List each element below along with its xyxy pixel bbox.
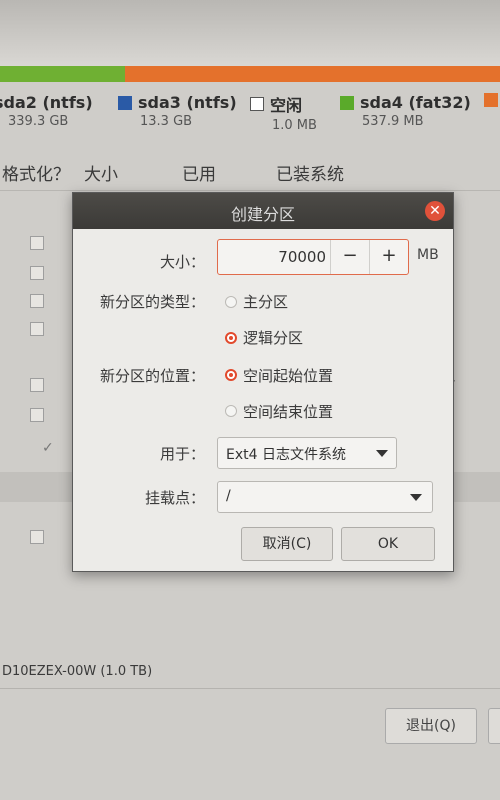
legend-size: 13.3 GB — [140, 114, 193, 129]
legend-swatch — [340, 95, 354, 110]
location-label: 新分区的位置： — [99, 367, 205, 385]
format-checkbox[interactable] — [30, 530, 44, 544]
partition-segment-sda4 — [125, 66, 500, 82]
decrement-button[interactable]: − — [330, 240, 369, 274]
radio-location-end[interactable] — [225, 405, 237, 417]
chevron-down-icon[interactable] — [410, 494, 422, 501]
legend-swatch — [250, 97, 264, 111]
increment-button[interactable]: + — [369, 240, 408, 274]
type-logical-label[interactable]: 逻辑分区 — [243, 327, 303, 348]
legend-item-sda3: sda3 (ntfs) 13.3 GB — [118, 92, 237, 129]
mount-point-combo[interactable]: / — [217, 481, 433, 513]
cancel-button[interactable]: 取消(C) — [241, 527, 333, 561]
type-label: 新分区的类型： — [99, 293, 205, 311]
location-start-label[interactable]: 空间起始位置 — [243, 365, 333, 386]
ok-button[interactable]: OK — [341, 527, 435, 561]
partition-bar — [0, 66, 500, 82]
legend-swatch — [118, 95, 132, 110]
dialog-title: 创建分区 — [230, 205, 295, 224]
type-primary-label[interactable]: 主分区 — [243, 291, 288, 312]
quit-button[interactable]: 退出(Q) — [385, 708, 477, 744]
dialog-titlebar: 创建分区 ✕ — [73, 193, 453, 229]
radio-logical[interactable] — [225, 332, 237, 344]
format-checkbox[interactable] — [30, 236, 44, 250]
legend-item-sda2: sda2 (ntfs) 339.3 GB — [0, 92, 93, 129]
legend-size: 339.3 GB — [8, 114, 69, 129]
location-end-label[interactable]: 空间结束位置 — [243, 401, 333, 422]
partition-segment-sda2 — [0, 66, 125, 82]
format-checkbox[interactable] — [30, 378, 44, 392]
column-format[interactable]: 格式化？ — [2, 160, 70, 185]
filesystem-value: Ext4 日志文件系统 — [226, 447, 346, 463]
format-checkbox[interactable] — [30, 322, 44, 336]
legend-size: 1.0 MB — [272, 118, 317, 133]
legend-name: sda4 (fat32) — [360, 93, 471, 112]
legend-size: 537.9 MB — [362, 114, 424, 129]
column-size[interactable]: 大小 — [84, 160, 118, 185]
size-unit: MB — [417, 247, 439, 263]
column-system[interactable]: 已装系统 — [276, 160, 344, 185]
legend-name: sda3 (ntfs) — [138, 93, 237, 112]
filesystem-select[interactable]: Ext4 日志文件系统 — [217, 437, 397, 469]
check-icon: ✓ — [42, 440, 54, 456]
divider — [0, 688, 500, 689]
legend-name: sda2 (ntfs) — [0, 93, 93, 112]
table-header: 格式化？ 大小 已用 已装系统 — [0, 150, 500, 191]
mount-point-input[interactable]: / — [226, 488, 231, 504]
column-used[interactable]: 已用 — [182, 160, 216, 185]
disk-label: D10EZEX-00W (1.0 TB) — [2, 664, 153, 679]
radio-primary[interactable] — [225, 296, 237, 308]
size-spinbox[interactable]: 70000 − + — [217, 239, 409, 275]
format-checkbox[interactable] — [30, 266, 44, 280]
radio-location-start[interactable] — [225, 369, 237, 381]
use-label: 用于： — [159, 445, 205, 463]
legend-item-free: 空闲 1.0 MB — [250, 92, 317, 133]
next-button[interactable] — [488, 708, 500, 744]
format-checkbox[interactable] — [30, 408, 44, 422]
legend-name: 空闲 — [270, 96, 303, 115]
size-input[interactable]: 70000 — [218, 248, 326, 266]
legend-swatch-next — [484, 93, 498, 107]
close-icon[interactable]: ✕ — [425, 201, 445, 221]
chevron-down-icon — [376, 450, 388, 457]
mount-label: 挂载点： — [144, 489, 205, 507]
size-label: 大小： — [159, 253, 205, 271]
create-partition-dialog: 创建分区 ✕ 大小： 70000 − + MB 新分区的类型： 主分区 逻辑分区… — [72, 192, 454, 572]
legend-item-sda4: sda4 (fat32) 537.9 MB — [340, 92, 471, 129]
format-checkbox[interactable] — [30, 294, 44, 308]
window-top-strip — [0, 0, 500, 66]
